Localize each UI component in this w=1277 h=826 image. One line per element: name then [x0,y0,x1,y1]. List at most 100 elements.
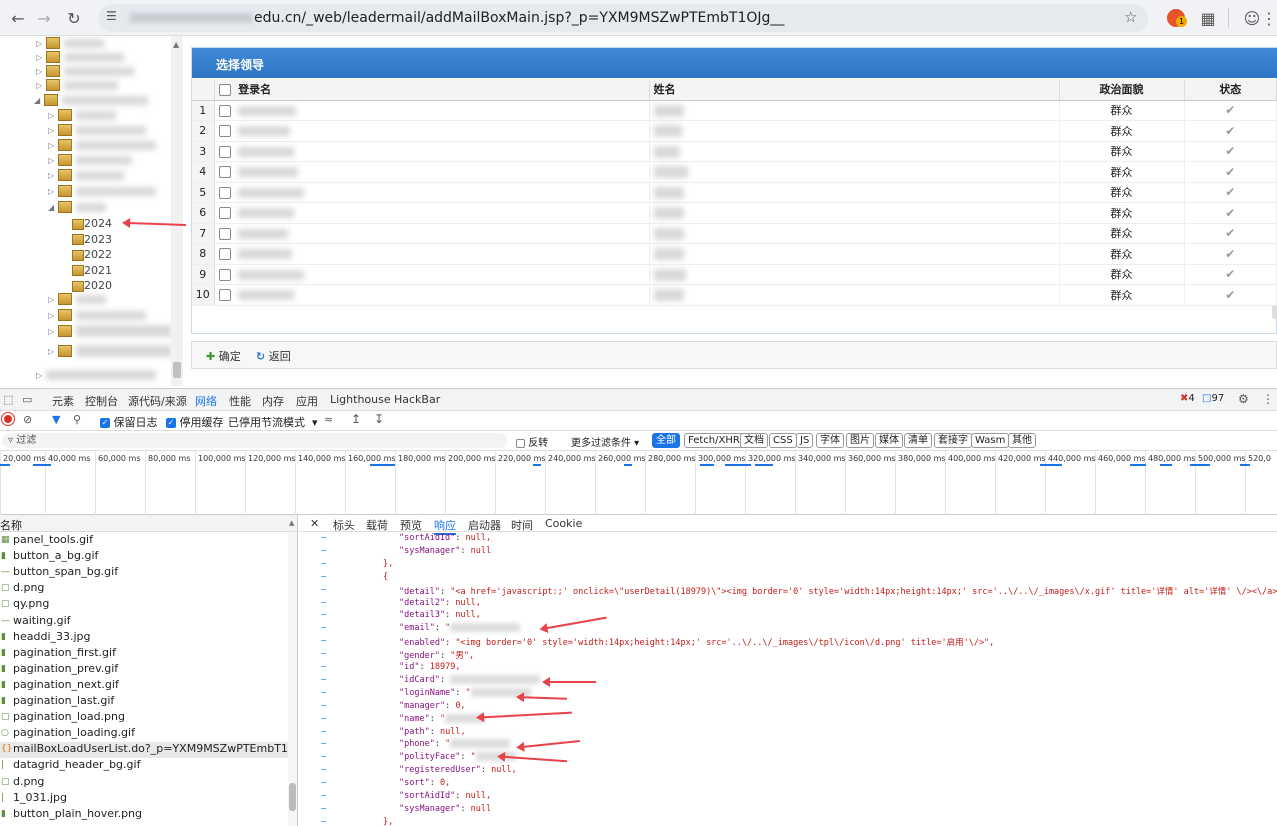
tree-node[interactable]: ▷ [36,78,118,94]
devtools-menu-icon[interactable]: ⋮ [1262,392,1274,406]
row-checkbox[interactable] [218,289,231,302]
forward-arrow-icon[interactable]: → [32,6,56,30]
request-row[interactable]: — button_span_bg.gif [0,565,288,581]
tree-node[interactable]: ▷ [48,184,156,200]
row-checkbox[interactable] [218,125,231,138]
tree-node-expanded[interactable]: ◢ [34,93,148,109]
filter-chip-2[interactable]: 文档 [740,433,768,448]
request-row[interactable]: | datagrid_header_bg.gif [0,758,288,774]
extension-icon[interactable]: 1 [1167,9,1187,27]
filter-funnel-icon[interactable]: ▼ [52,413,60,426]
message-counter[interactable]: □97 [1202,393,1224,404]
tree-node[interactable]: ▷ [48,123,146,139]
filter-chip-8[interactable]: 清单 [904,433,932,448]
devtools-tab-8[interactable]: HackBar [394,393,440,406]
tree-node-year-2023[interactable]: 2023 [72,233,112,249]
request-row[interactable]: ▮ pagination_first.gif [0,646,288,662]
request-row[interactable]: ▮ pagination_last.gif [0,694,288,710]
extensions-puzzle-icon[interactable]: ▦ [1196,6,1220,30]
response-tab-4[interactable]: 启动器 [468,517,501,533]
device-toggle-icon[interactable]: ▭ [22,393,32,406]
settings-gear-icon[interactable]: ⚙ [1238,392,1249,406]
filter-chip-6[interactable]: 图片 [846,433,874,448]
request-row[interactable]: ▮ pagination_next.gif [0,678,288,694]
close-icon[interactable]: ✕ [310,517,319,530]
request-row[interactable]: ○ pagination_loading.gif [0,726,288,742]
tree-node[interactable]: ▷ [48,344,172,360]
response-tab-1[interactable]: 载荷 [366,517,388,533]
reload-icon[interactable]: ↻ [62,6,86,30]
row-checkbox[interactable] [218,248,231,261]
scroll-up-icon[interactable]: ▲ [289,519,294,527]
clear-icon[interactable]: ⊘ [23,413,32,426]
devtools-tab-6[interactable]: 应用 [296,393,318,409]
more-filters-dropdown[interactable]: 更多过滤条件 ▾ [571,434,639,449]
tree-node[interactable]: ▷ [48,308,146,324]
tree-node-expanded[interactable]: ◢ [48,200,106,216]
table-row[interactable]: 6 群众 ✔ [192,202,1277,224]
filter-chip-7[interactable]: 媒体 [875,433,903,448]
disable-cache-toggle[interactable]: ✓ 停用缓存 [166,414,224,430]
tree-node-year-2024[interactable]: 2024 [72,217,112,233]
request-row[interactable]: — waiting.gif [0,614,288,630]
request-list-scrollbar[interactable] [288,532,297,826]
record-icon[interactable] [2,413,14,425]
filter-chip-11[interactable]: 其他 [1008,433,1036,448]
export-har-icon[interactable]: ↧ [374,412,384,426]
request-row[interactable]: ▢ pagination_load.png [0,710,288,726]
response-tab-0[interactable]: 标头 [333,517,355,533]
side-handle[interactable] [1272,305,1277,319]
filter-chip-9[interactable]: 套接字 [934,433,972,448]
tree-node[interactable]: ▷ [36,368,156,384]
request-row[interactable]: ▦ panel_tools.gif [0,533,288,549]
request-list-scrollbar-thumb[interactable] [289,783,296,811]
row-checkbox[interactable] [218,268,231,281]
filter-chip-10[interactable]: Wasm [971,433,1010,448]
tree-node-year-2022[interactable]: 2022 [72,248,112,264]
response-tab-5[interactable]: 时间 [511,517,533,533]
table-row[interactable]: 7 群众 ✔ [192,223,1277,244]
tree-node[interactable]: ▷ [48,292,106,308]
network-timeline[interactable]: 20,000 ms 40,000 ms 60,000 ms 80,000 ms 100,… [0,451,1277,515]
response-tab-6[interactable]: Cookie [545,517,582,530]
devtools-tab-4[interactable]: 性能 [229,393,251,409]
filter-input[interactable]: ▿ 过滤 [2,433,507,448]
table-row[interactable]: 10 群众 ✔ [192,284,1277,306]
tree-node[interactable]: ▷ [48,108,116,124]
scroll-up-icon[interactable]: ▲ [173,40,179,49]
request-row[interactable]: ▮ pagination_prev.gif [0,662,288,678]
request-row[interactable]: ▢ d.png [0,581,288,597]
address-bar[interactable]: ☰ edu.cn/_web/leadermail/addMailBoxMain.… [98,4,1148,32]
request-row[interactable]: ▮ button_a_bg.gif [0,549,288,565]
request-list-header[interactable]: 名称 [0,515,297,532]
filter-chip-1[interactable]: Fetch/XHR [684,433,744,448]
tree-node[interactable]: ▷ [48,138,156,154]
devtools-tab-2[interactable]: 源代码/来源 [128,393,187,409]
inspect-icon[interactable]: ⬚ [3,393,13,406]
table-row[interactable]: 8 群众 ✔ [192,243,1277,265]
request-row[interactable]: ▮ button_plain_hover.png [0,807,288,823]
request-row[interactable]: ▢ d.png [0,775,288,791]
network-conditions-icon[interactable]: ≈ [324,413,333,426]
tree-scrollbar[interactable] [171,36,183,386]
login-column-header[interactable]: 登录名 [214,79,650,101]
table-row[interactable]: 3 群众 ✔ [192,141,1277,162]
table-row[interactable]: 2 群众 ✔ [192,120,1277,142]
response-tab-2[interactable]: 预览 [400,517,422,533]
devtools-tab-0[interactable]: 元素 [52,393,74,409]
search-icon[interactable]: ⚲ [73,413,81,426]
table-row[interactable]: 4 群众 ✔ [192,161,1277,183]
error-counter[interactable]: ✖4 [1180,393,1195,404]
filter-chip-4[interactable]: JS [796,433,814,448]
table-row[interactable]: 9 群众 ✔ [192,264,1277,285]
devtools-tab-1[interactable]: 控制台 [85,393,118,409]
menu-kebab-icon[interactable]: ⋮ [1261,6,1277,30]
row-checkbox[interactable] [218,104,231,117]
select-all-checkbox[interactable] [218,84,231,97]
request-row[interactable]: ▢ qy.png [0,597,288,613]
table-row[interactable]: 1 群众 ✔ [192,100,1277,121]
status-column-header[interactable]: 状态 [1184,79,1277,101]
name-column-header[interactable]: 姓名 [649,79,1060,101]
tree-node[interactable]: ▷ [48,153,132,169]
import-har-icon[interactable]: ↥ [351,412,361,426]
